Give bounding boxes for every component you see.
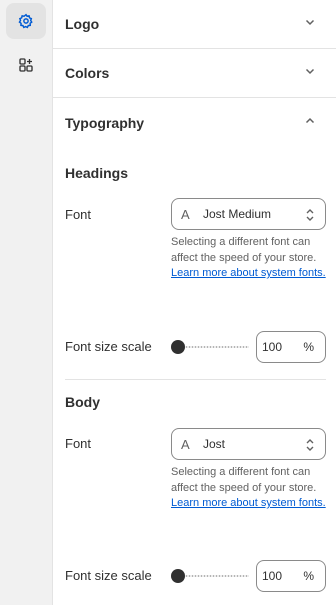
slider-thumb[interactable] [171, 340, 185, 354]
section-title: Logo [65, 16, 100, 32]
body-font-picker[interactable]: A Jost [171, 428, 326, 460]
gear-icon [18, 13, 34, 29]
headings-size-slider[interactable] [171, 340, 249, 354]
size-unit: % [303, 340, 314, 354]
size-value: 100 [262, 569, 283, 583]
slider-thumb[interactable] [171, 569, 185, 583]
section-colors[interactable]: Colors [53, 49, 336, 98]
body-font-help: Selecting a different font can affect th… [171, 465, 331, 512]
section-title: Typography [65, 114, 145, 131]
headings-font-value: Jost Medium [203, 207, 272, 221]
headings-font-picker[interactable]: A Jost Medium [171, 198, 326, 230]
size-unit: % [303, 569, 314, 583]
body-size-input[interactable]: 100 % [256, 560, 326, 592]
learn-more-system-fonts-link[interactable]: Learn more about system fonts. [171, 267, 326, 279]
section-logo[interactable]: Logo [53, 0, 336, 49]
section-title: Colors [65, 65, 110, 81]
app-blocks-button[interactable] [6, 47, 46, 83]
divider [65, 379, 326, 380]
select-arrows-icon [305, 208, 315, 227]
theme-settings-button[interactable] [6, 3, 46, 39]
slider-track [179, 575, 249, 577]
body-size-slider[interactable] [171, 569, 249, 583]
learn-more-system-fonts-link[interactable]: Learn more about system fonts. [171, 497, 326, 509]
headings-font-label: Font [65, 207, 92, 222]
headings-size-label: Font size scale [65, 339, 152, 354]
headings-size-input[interactable]: 100 % [256, 331, 326, 363]
body-size-label: Font size scale [65, 568, 152, 583]
font-icon: A [181, 206, 190, 222]
font-icon: A [181, 436, 190, 452]
sidebar-rail [0, 0, 53, 605]
headings-title: Headings [65, 165, 129, 181]
add-section-icon [18, 57, 34, 73]
select-arrows-icon [305, 438, 315, 457]
section-typography[interactable]: Typography [53, 98, 336, 147]
help-text: Selecting a different font can affect th… [171, 466, 317, 494]
slider-track [179, 346, 249, 348]
body-title: Body [65, 394, 100, 410]
body-font-value: Jost [203, 437, 226, 451]
help-text: Selecting a different font can affect th… [171, 236, 317, 264]
chevron-up-icon [304, 114, 316, 132]
size-value: 100 [262, 340, 283, 354]
chevron-down-icon [304, 15, 316, 33]
headings-font-help: Selecting a different font can affect th… [171, 235, 331, 282]
body-font-label: Font [65, 436, 92, 451]
theme-settings-panel: Logo Colors Typography Headings Font A J… [53, 0, 336, 605]
chevron-down-icon [304, 64, 316, 82]
